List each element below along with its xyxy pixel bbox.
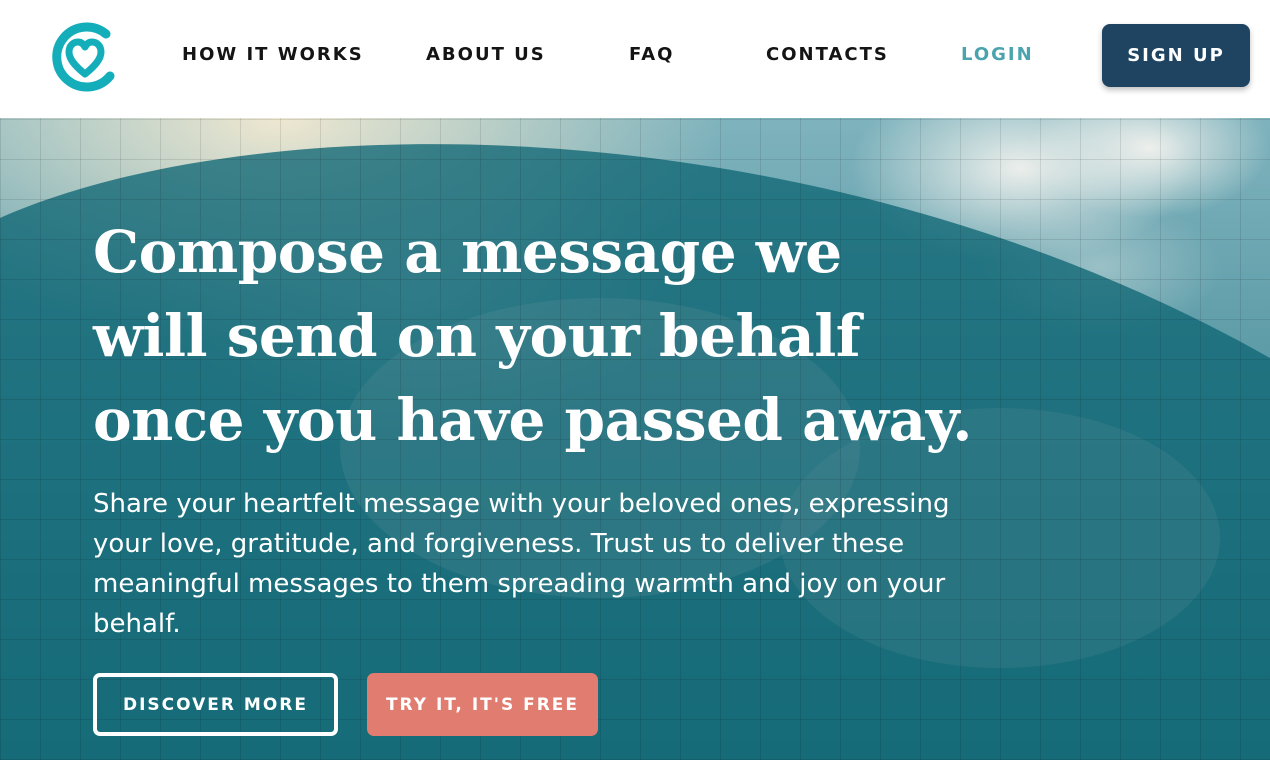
hero-description: Share your heartfelt message with your b…	[93, 489, 950, 639]
heart-circle-logo-icon[interactable]	[48, 20, 122, 94]
sign-up-button[interactable]: SIGN UP	[1102, 24, 1250, 87]
site-header: HOW IT WORKS ABOUT US FAQ CONTACTS LOGIN…	[0, 0, 1270, 118]
login-link[interactable]: LOGIN	[961, 44, 1034, 65]
hero-section: Compose a message we will send on your b…	[0, 118, 1270, 760]
try-free-button[interactable]: TRY IT, IT'S FREE	[367, 673, 598, 736]
discover-more-button[interactable]: DISCOVER MORE	[93, 673, 338, 736]
nav-contacts[interactable]: CONTACTS	[766, 44, 889, 65]
nav-faq[interactable]: FAQ	[629, 44, 674, 65]
nav-about-us[interactable]: ABOUT US	[426, 44, 546, 65]
nav-how-it-works[interactable]: HOW IT WORKS	[182, 44, 364, 65]
hero-headline: Compose a message we will send on your b…	[93, 218, 972, 454]
